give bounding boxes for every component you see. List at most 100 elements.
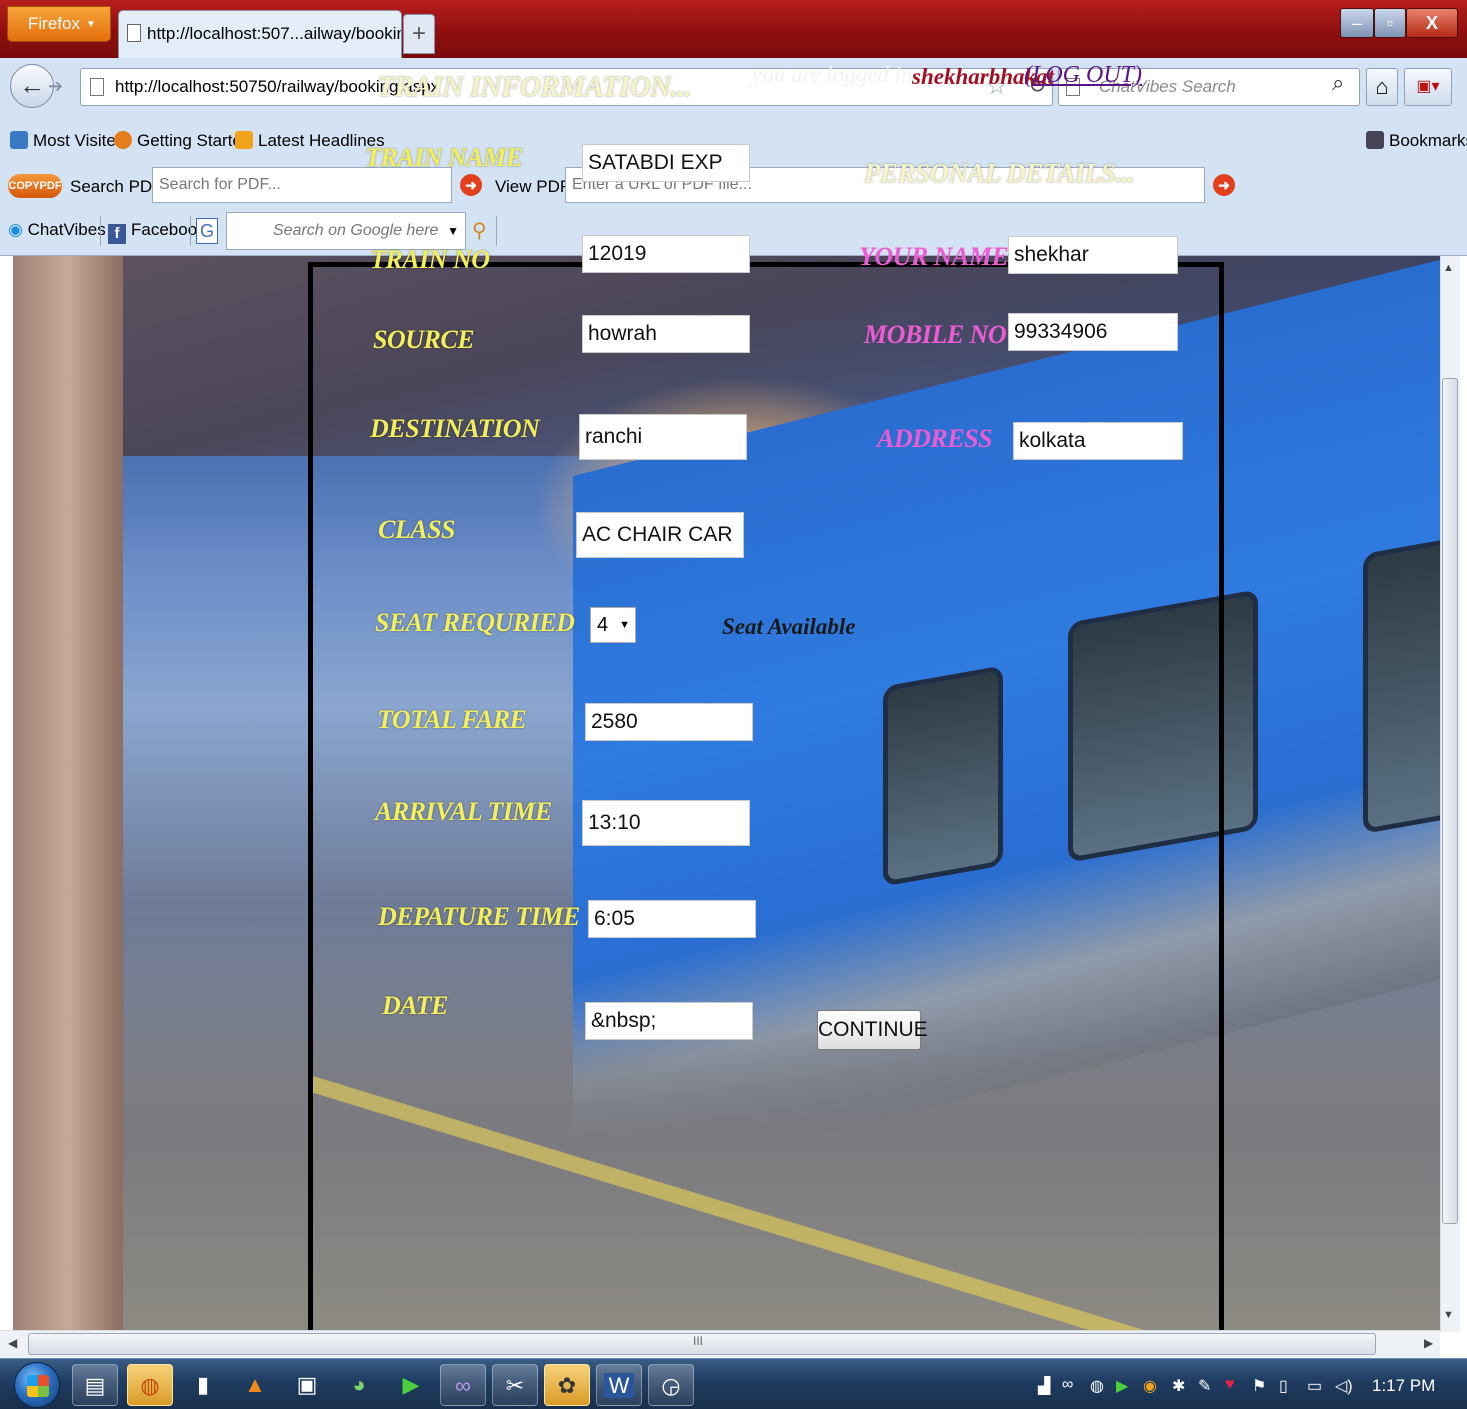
departure-time-input[interactable]: 6:05	[588, 900, 756, 938]
personal-details-heading: PERSONAL DETAILS...	[864, 158, 1135, 188]
taskbar-visual-studio[interactable]: ∞	[440, 1364, 486, 1406]
firefox-icon: ◍	[140, 1373, 160, 1398]
taskbar-cmd[interactable]: ▣	[284, 1364, 330, 1406]
taskbar-app-active[interactable]: ✿	[544, 1364, 590, 1406]
taskbar-firefox[interactable]: ◍	[127, 1364, 173, 1406]
home-icon: ⌂	[1375, 74, 1389, 99]
arrival-time-input[interactable]: 13:10	[582, 800, 750, 846]
taskbar-app[interactable]: ✂	[492, 1364, 538, 1406]
toolbar-separator	[100, 216, 101, 246]
tray-app-icon[interactable]: ◉	[1143, 1376, 1157, 1396]
google-search-placeholder: Search on Google here	[273, 222, 439, 239]
page-icon	[127, 24, 141, 42]
tray-app-icon[interactable]: ◍	[1090, 1376, 1104, 1396]
tray-bluetooth-icon[interactable]: ✱	[1172, 1376, 1185, 1396]
word-icon: W	[603, 1373, 635, 1398]
chatvibes-icon: ◉	[8, 220, 23, 239]
mobile-no-label: MOBILE NO	[864, 320, 1007, 349]
taskbar-word[interactable]: W	[596, 1364, 642, 1406]
taskbar-app[interactable]: ◶	[648, 1364, 694, 1406]
facebook-label: Facebook	[131, 220, 206, 239]
tray-infinity-icon[interactable]: ∞	[1062, 1376, 1073, 1394]
taskbar-app[interactable]: ▶	[388, 1364, 434, 1406]
copypdf-logo[interactable]: COPYPDF	[8, 174, 62, 198]
train-name-input[interactable]: SATABDI EXP	[582, 144, 750, 182]
total-fare-label: TOTAL FARE	[377, 705, 527, 734]
rss-icon	[235, 131, 253, 149]
taskbar-clock[interactable]: 1:17 PM	[1372, 1376, 1435, 1396]
seat-required-select[interactable]: 4 ▼	[590, 607, 636, 643]
taskbar-notepad[interactable]: ▮	[180, 1364, 226, 1406]
tray-flag-icon[interactable]: ▶	[1116, 1376, 1128, 1396]
magnifier-icon[interactable]: ⌕	[1332, 70, 1344, 96]
close-button[interactable]: X	[1406, 8, 1458, 38]
home-button[interactable]: ⌂	[1366, 68, 1398, 106]
logout-link[interactable]: (LOG OUT)	[1024, 62, 1142, 89]
toolbar-separator	[496, 216, 497, 246]
train-no-input[interactable]: 12019	[582, 235, 750, 273]
address-input[interactable]: kolkata	[1013, 422, 1183, 460]
magnifier-icon[interactable]: ⚲	[472, 218, 487, 243]
station-pillar	[13, 256, 123, 1330]
scroll-up-icon[interactable]: ▲	[1443, 262, 1454, 274]
seat-required-value: 4	[597, 614, 609, 636]
app-icon: ◕	[352, 1372, 366, 1397]
scroll-right-icon[interactable]: ▶	[1424, 1336, 1433, 1350]
maximize-button[interactable]: ▫	[1374, 8, 1406, 38]
go-arrow-icon[interactable]: ➜	[1213, 174, 1235, 196]
minimize-button[interactable]: –	[1340, 8, 1374, 38]
new-tab-button[interactable]: +	[403, 14, 435, 54]
date-input[interactable]: &nbsp;	[585, 1002, 753, 1040]
browser-tab-active[interactable]: http://localhost:507...ailway/booking.as…	[118, 10, 402, 58]
taskbar-app[interactable]: ◕	[336, 1364, 382, 1406]
vlc-cone-icon: ▲	[244, 1372, 266, 1397]
chevron-down-icon: ▼	[619, 619, 630, 631]
source-input[interactable]: howrah	[582, 315, 750, 353]
tray-app-icon[interactable]: ✎	[1198, 1376, 1211, 1396]
continue-button[interactable]: CONTINUE	[817, 1010, 928, 1050]
forward-button[interactable]: ➔	[48, 72, 72, 100]
folder-icon: ▤	[84, 1373, 106, 1398]
mobile-no-input[interactable]: 99334906	[1008, 313, 1178, 351]
vertical-scroll-thumb[interactable]	[1442, 378, 1458, 1224]
scroll-down-icon[interactable]: ▼	[1443, 1309, 1454, 1321]
taskbar-explorer[interactable]: ▤	[72, 1364, 118, 1406]
arrow-right-icon: ➔	[48, 76, 64, 96]
scroll-left-icon[interactable]: ◀	[8, 1336, 17, 1350]
pdf-view-label: View PDF:	[495, 177, 575, 196]
page-icon	[90, 78, 104, 96]
your-name-input[interactable]: shekhar	[1008, 236, 1178, 274]
bookmark-getting-started[interactable]: Getting Started	[114, 124, 251, 158]
scroll-grip-icon: III	[693, 1334, 704, 1348]
pdf-addon-icon: ▣▾	[1416, 78, 1440, 95]
total-fare-input[interactable]: 2580	[585, 703, 753, 741]
taskbar-vlc[interactable]: ▲	[232, 1364, 278, 1406]
class-input[interactable]: AC CHAIR CAR	[576, 512, 744, 558]
train-name-label: TRAIN NAME	[365, 143, 523, 172]
bookmarks-menu[interactable]: Bookmarks	[1366, 124, 1467, 158]
train-information-heading: TRAIN INFORMATION...	[377, 71, 691, 103]
start-button[interactable]	[14, 1362, 60, 1408]
facebook-button[interactable]: f Facebook	[108, 220, 206, 244]
destination-input[interactable]: ranchi	[579, 414, 747, 460]
infinity-icon: ∞	[455, 1373, 471, 1398]
tray-power-icon[interactable]: ▯	[1279, 1376, 1288, 1396]
go-arrow-icon[interactable]: ➜	[460, 174, 482, 196]
tray-volume-icon[interactable]: ◁)	[1335, 1376, 1353, 1396]
bookmark-most-visited[interactable]: Most Visited	[10, 124, 125, 158]
your-name-label: YOUR NAME	[859, 242, 1009, 271]
tab-title: http://localhost:507...ailway/booking.as…	[147, 24, 402, 43]
google-icon[interactable]: G	[196, 218, 218, 244]
tray-network-icon[interactable]: ▟	[1038, 1376, 1050, 1396]
chevron-down-icon[interactable]: ▼	[447, 213, 459, 249]
tray-app-icon[interactable]: ♥	[1225, 1376, 1235, 1394]
seat-available-status: Seat Available	[722, 614, 856, 639]
notepad-icon: ▮	[196, 1372, 210, 1397]
departure-time-label: DEPATURE TIME	[378, 902, 580, 931]
arrival-time-label: ARRIVAL TIME	[375, 797, 552, 826]
addon-button[interactable]: ▣▾	[1404, 68, 1452, 106]
bookmark-latest-headlines[interactable]: Latest Headlines	[235, 124, 385, 158]
firefox-menu-button[interactable]: Firefox ▼	[7, 6, 111, 42]
tray-action-center-icon[interactable]: ⚑	[1252, 1376, 1266, 1396]
tray-display-icon[interactable]: ▭	[1307, 1376, 1322, 1396]
